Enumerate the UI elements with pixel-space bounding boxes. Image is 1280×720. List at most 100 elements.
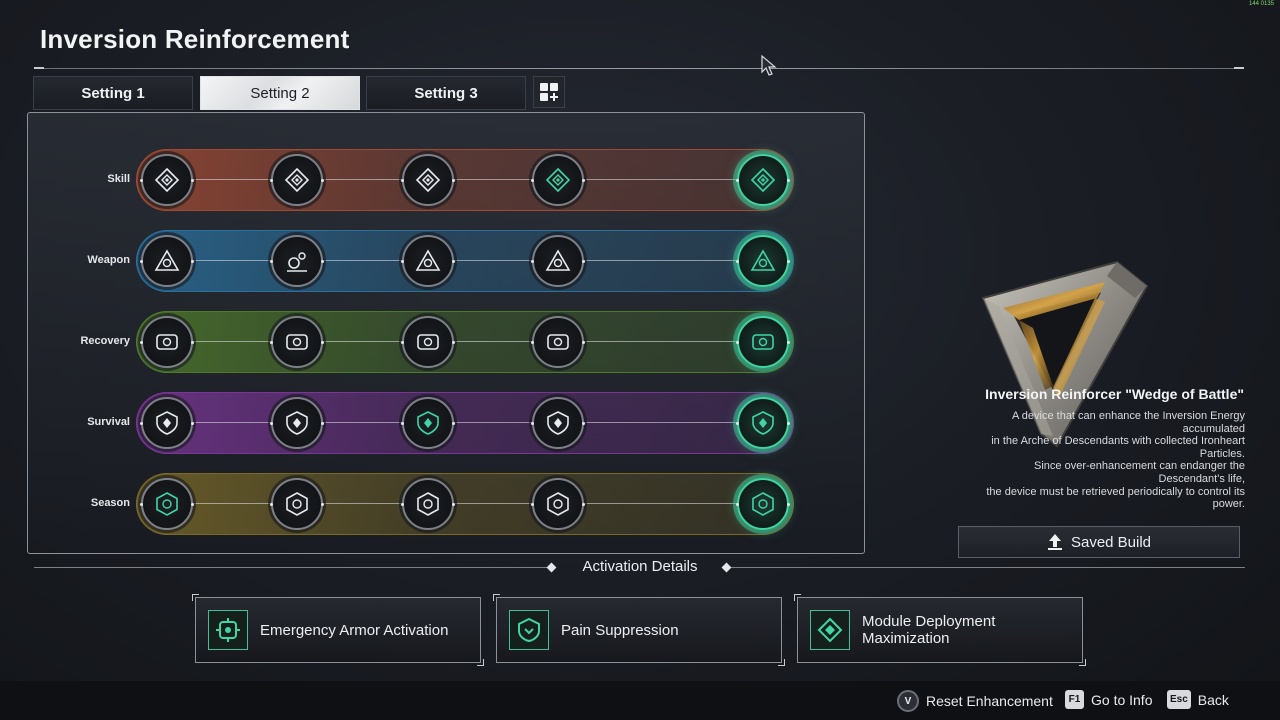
node-weapon-2[interactable]: [270, 235, 324, 287]
tab-setting-1[interactable]: Setting 1: [33, 76, 193, 110]
node-recovery-1[interactable]: [140, 316, 194, 368]
node-survival-2[interactable]: [270, 397, 324, 449]
season-hex-icon: [752, 492, 774, 516]
survival-shield-icon: [547, 411, 569, 435]
track-skill: [136, 149, 794, 211]
activation-card-module-deployment[interactable]: Module Deployment Maximization: [794, 594, 1086, 666]
node-skill-1[interactable]: [140, 154, 194, 206]
activation-divider-left: [34, 567, 548, 568]
track-recovery: [136, 311, 794, 373]
row-label-survival: Survival: [87, 416, 130, 428]
activation-card-label: Emergency Armor Activation: [260, 621, 449, 639]
upload-icon: [1047, 534, 1062, 550]
recovery-card-icon: [547, 334, 569, 350]
activation-card-label: Pain Suppression: [561, 621, 679, 639]
track-line: [166, 179, 764, 180]
row-label-recovery: Recovery: [80, 335, 130, 347]
node-season-5[interactable]: [736, 478, 790, 530]
skill-diamond-icon: [154, 167, 180, 193]
page-title: Inversion Reinforcement: [40, 24, 350, 54]
node-weapon-3[interactable]: [401, 235, 455, 287]
saved-build-button[interactable]: Saved Build: [958, 526, 1240, 558]
description-line: Particles.: [1199, 447, 1245, 460]
survival-shield-icon: [286, 411, 308, 435]
row-label-skill: Skill: [107, 173, 130, 185]
node-season-1[interactable]: [140, 478, 194, 530]
survival-shield-icon: [156, 411, 178, 435]
row-label-weapon: Weapon: [87, 254, 130, 266]
hint-label: Back: [1197, 691, 1229, 708]
recovery-card-icon: [752, 334, 774, 350]
node-weapon-4[interactable]: [531, 235, 585, 287]
weapon-triangle-icon: [415, 249, 441, 271]
row-label-season: Season: [90, 497, 130, 509]
recovery-card-icon: [417, 334, 439, 350]
node-survival-1[interactable]: [140, 397, 194, 449]
node-recovery-2[interactable]: [270, 316, 324, 368]
tab-setting-2[interactable]: Setting 2: [200, 76, 360, 110]
key-f1-icon: F1: [1065, 690, 1084, 709]
skill-diamond-icon: [284, 167, 310, 193]
fps-readout: 144 0135: [1248, 1, 1274, 7]
node-recovery-4[interactable]: [531, 316, 585, 368]
node-survival-4[interactable]: [531, 397, 585, 449]
weapon-triangle-icon: [750, 249, 776, 271]
node-survival-5[interactable]: [736, 397, 790, 449]
reset-enhancement-hint[interactable]: V Reset Enhancement: [897, 690, 1053, 712]
survival-shield-icon: [417, 411, 439, 435]
back-hint[interactable]: Esc Back: [1167, 690, 1229, 709]
node-weapon-5[interactable]: [736, 235, 790, 287]
track-season: [136, 473, 794, 535]
season-hex-icon: [547, 492, 569, 516]
recovery-card-icon: [156, 334, 178, 350]
description-line: in the Arche of Descendants with collect…: [991, 435, 1245, 448]
skill-diamond-icon: [545, 167, 571, 193]
node-skill-3[interactable]: [401, 154, 455, 206]
tab-label: Setting 1: [81, 84, 145, 102]
node-survival-3[interactable]: [401, 397, 455, 449]
survival-shield-icon: [752, 411, 774, 435]
track-survival: [136, 392, 794, 454]
node-skill-2[interactable]: [270, 154, 324, 206]
node-skill-5[interactable]: [736, 154, 790, 206]
hint-label: Reset Enhancement: [926, 693, 1053, 709]
track-line: [166, 503, 764, 504]
activation-card-pain-suppression[interactable]: Pain Suppression: [493, 594, 785, 666]
add-grid-icon: [540, 83, 558, 101]
module-deployment-icon: [810, 610, 850, 650]
skill-diamond-icon: [750, 167, 776, 193]
recovery-card-icon: [286, 334, 308, 350]
mouse-cursor-icon: [761, 55, 777, 76]
tab-setting-3[interactable]: Setting 3: [366, 76, 526, 110]
node-recovery-5[interactable]: [736, 316, 790, 368]
node-recovery-3[interactable]: [401, 316, 455, 368]
description-line: power.: [1212, 498, 1245, 511]
add-setting-button[interactable]: [533, 76, 565, 108]
saved-build-label: Saved Build: [1070, 533, 1152, 551]
node-season-3[interactable]: [401, 478, 455, 530]
node-weapon-1[interactable]: [140, 235, 194, 287]
divider-diamond: [721, 562, 732, 573]
go-to-info-hint[interactable]: F1 Go to Info: [1065, 690, 1152, 709]
node-season-4[interactable]: [531, 478, 585, 530]
tab-label: Setting 3: [414, 84, 478, 102]
key-v-icon: V: [897, 690, 919, 712]
description-line: A device that can enhance the Inversion …: [1012, 410, 1245, 422]
activation-card-emergency-armor[interactable]: Emergency Armor Activation: [192, 594, 484, 666]
node-skill-4[interactable]: [531, 154, 585, 206]
activation-divider-right: [731, 567, 1245, 568]
season-hex-icon: [286, 492, 308, 516]
description-line: accumulated: [1182, 422, 1245, 435]
key-esc-icon: Esc: [1167, 690, 1191, 709]
activation-card-label: Module Deployment Maximization: [862, 613, 996, 647]
weapon-triangle-icon: [154, 249, 180, 271]
divider-diamond: [546, 562, 557, 573]
track-line: [166, 422, 764, 423]
tab-label: Setting 2: [250, 84, 310, 102]
weapon-triangle-icon: [545, 249, 571, 271]
artifact-description: A device that can enhance the Inversion …: [955, 410, 1245, 511]
pain-suppression-icon: [509, 610, 549, 650]
node-season-2[interactable]: [270, 478, 324, 530]
track-line: [166, 260, 764, 261]
skill-diamond-icon: [415, 167, 441, 193]
